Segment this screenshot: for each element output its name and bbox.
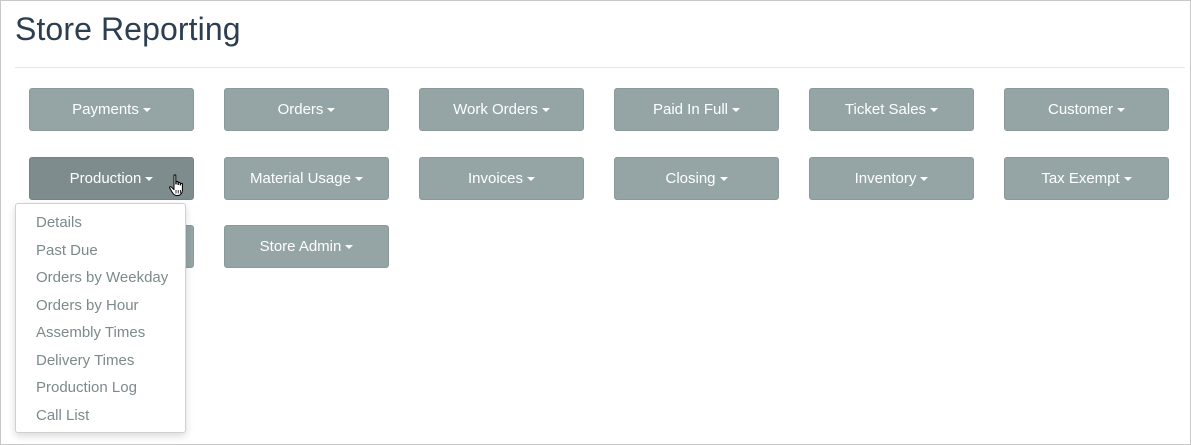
menu-item-orders-by-weekday[interactable]: Orders by Weekday (16, 264, 185, 292)
caret-down-icon (145, 176, 154, 181)
hand-pointer-icon (169, 174, 183, 196)
paid-in-full-button-label: Paid In Full (652, 101, 729, 118)
menu-item-orders-by-hour[interactable]: Orders by Hour (16, 292, 185, 320)
work-orders-button[interactable]: Work Orders (419, 88, 584, 131)
closing-button[interactable]: Closing (614, 157, 779, 200)
production-dropdown-menu: Details Past Due Orders by Weekday Order… (15, 203, 186, 433)
production-button-label: Production (69, 170, 142, 187)
caret-down-icon (719, 176, 728, 181)
tax-exempt-button[interactable]: Tax Exempt (1004, 157, 1169, 200)
caret-down-icon (920, 176, 929, 181)
caret-down-icon (327, 107, 336, 112)
orders-button-label: Orders (277, 101, 324, 118)
store-admin-button[interactable]: Store Admin (224, 225, 389, 268)
menu-item-assembly-times[interactable]: Assembly Times (16, 319, 185, 347)
caret-down-icon (354, 176, 363, 181)
payments-button[interactable]: Payments (29, 88, 194, 131)
page-frame: Store Reporting Payments Orders Work Ord… (0, 0, 1191, 445)
menu-item-delivery-times[interactable]: Delivery Times (16, 347, 185, 375)
caret-down-icon (345, 244, 354, 249)
caret-down-icon (732, 107, 741, 112)
title-divider (15, 67, 1185, 68)
caret-down-icon (142, 107, 151, 112)
paid-in-full-button[interactable]: Paid In Full (614, 88, 779, 131)
menu-item-details[interactable]: Details (16, 209, 185, 237)
invoices-button[interactable]: Invoices (419, 157, 584, 200)
caret-down-icon (930, 107, 939, 112)
caret-down-icon (1123, 176, 1132, 181)
menu-item-past-due[interactable]: Past Due (16, 237, 185, 265)
material-usage-button[interactable]: Material Usage (224, 157, 389, 200)
caret-down-icon (541, 107, 550, 112)
work-orders-button-label: Work Orders (453, 101, 538, 118)
tax-exempt-button-label: Tax Exempt (1041, 170, 1120, 187)
inventory-button[interactable]: Inventory (809, 157, 974, 200)
invoices-button-label: Invoices (467, 170, 524, 187)
caret-down-icon (527, 176, 536, 181)
menu-item-call-list[interactable]: Call List (16, 402, 185, 430)
payments-button-label: Payments (72, 101, 139, 118)
closing-button-label: Closing (665, 170, 716, 187)
ticket-sales-button[interactable]: Ticket Sales (809, 88, 974, 131)
menu-item-production-log[interactable]: Production Log (16, 374, 185, 402)
customer-button-label: Customer (1047, 101, 1114, 118)
store-admin-button-label: Store Admin (259, 238, 342, 255)
caret-down-icon (1117, 107, 1126, 112)
ticket-sales-button-label: Ticket Sales (844, 101, 927, 118)
page-title: Store Reporting (15, 11, 241, 47)
material-usage-button-label: Material Usage (250, 170, 351, 187)
inventory-button-label: Inventory (854, 170, 917, 187)
customer-button[interactable]: Customer (1004, 88, 1169, 131)
orders-button[interactable]: Orders (224, 88, 389, 131)
